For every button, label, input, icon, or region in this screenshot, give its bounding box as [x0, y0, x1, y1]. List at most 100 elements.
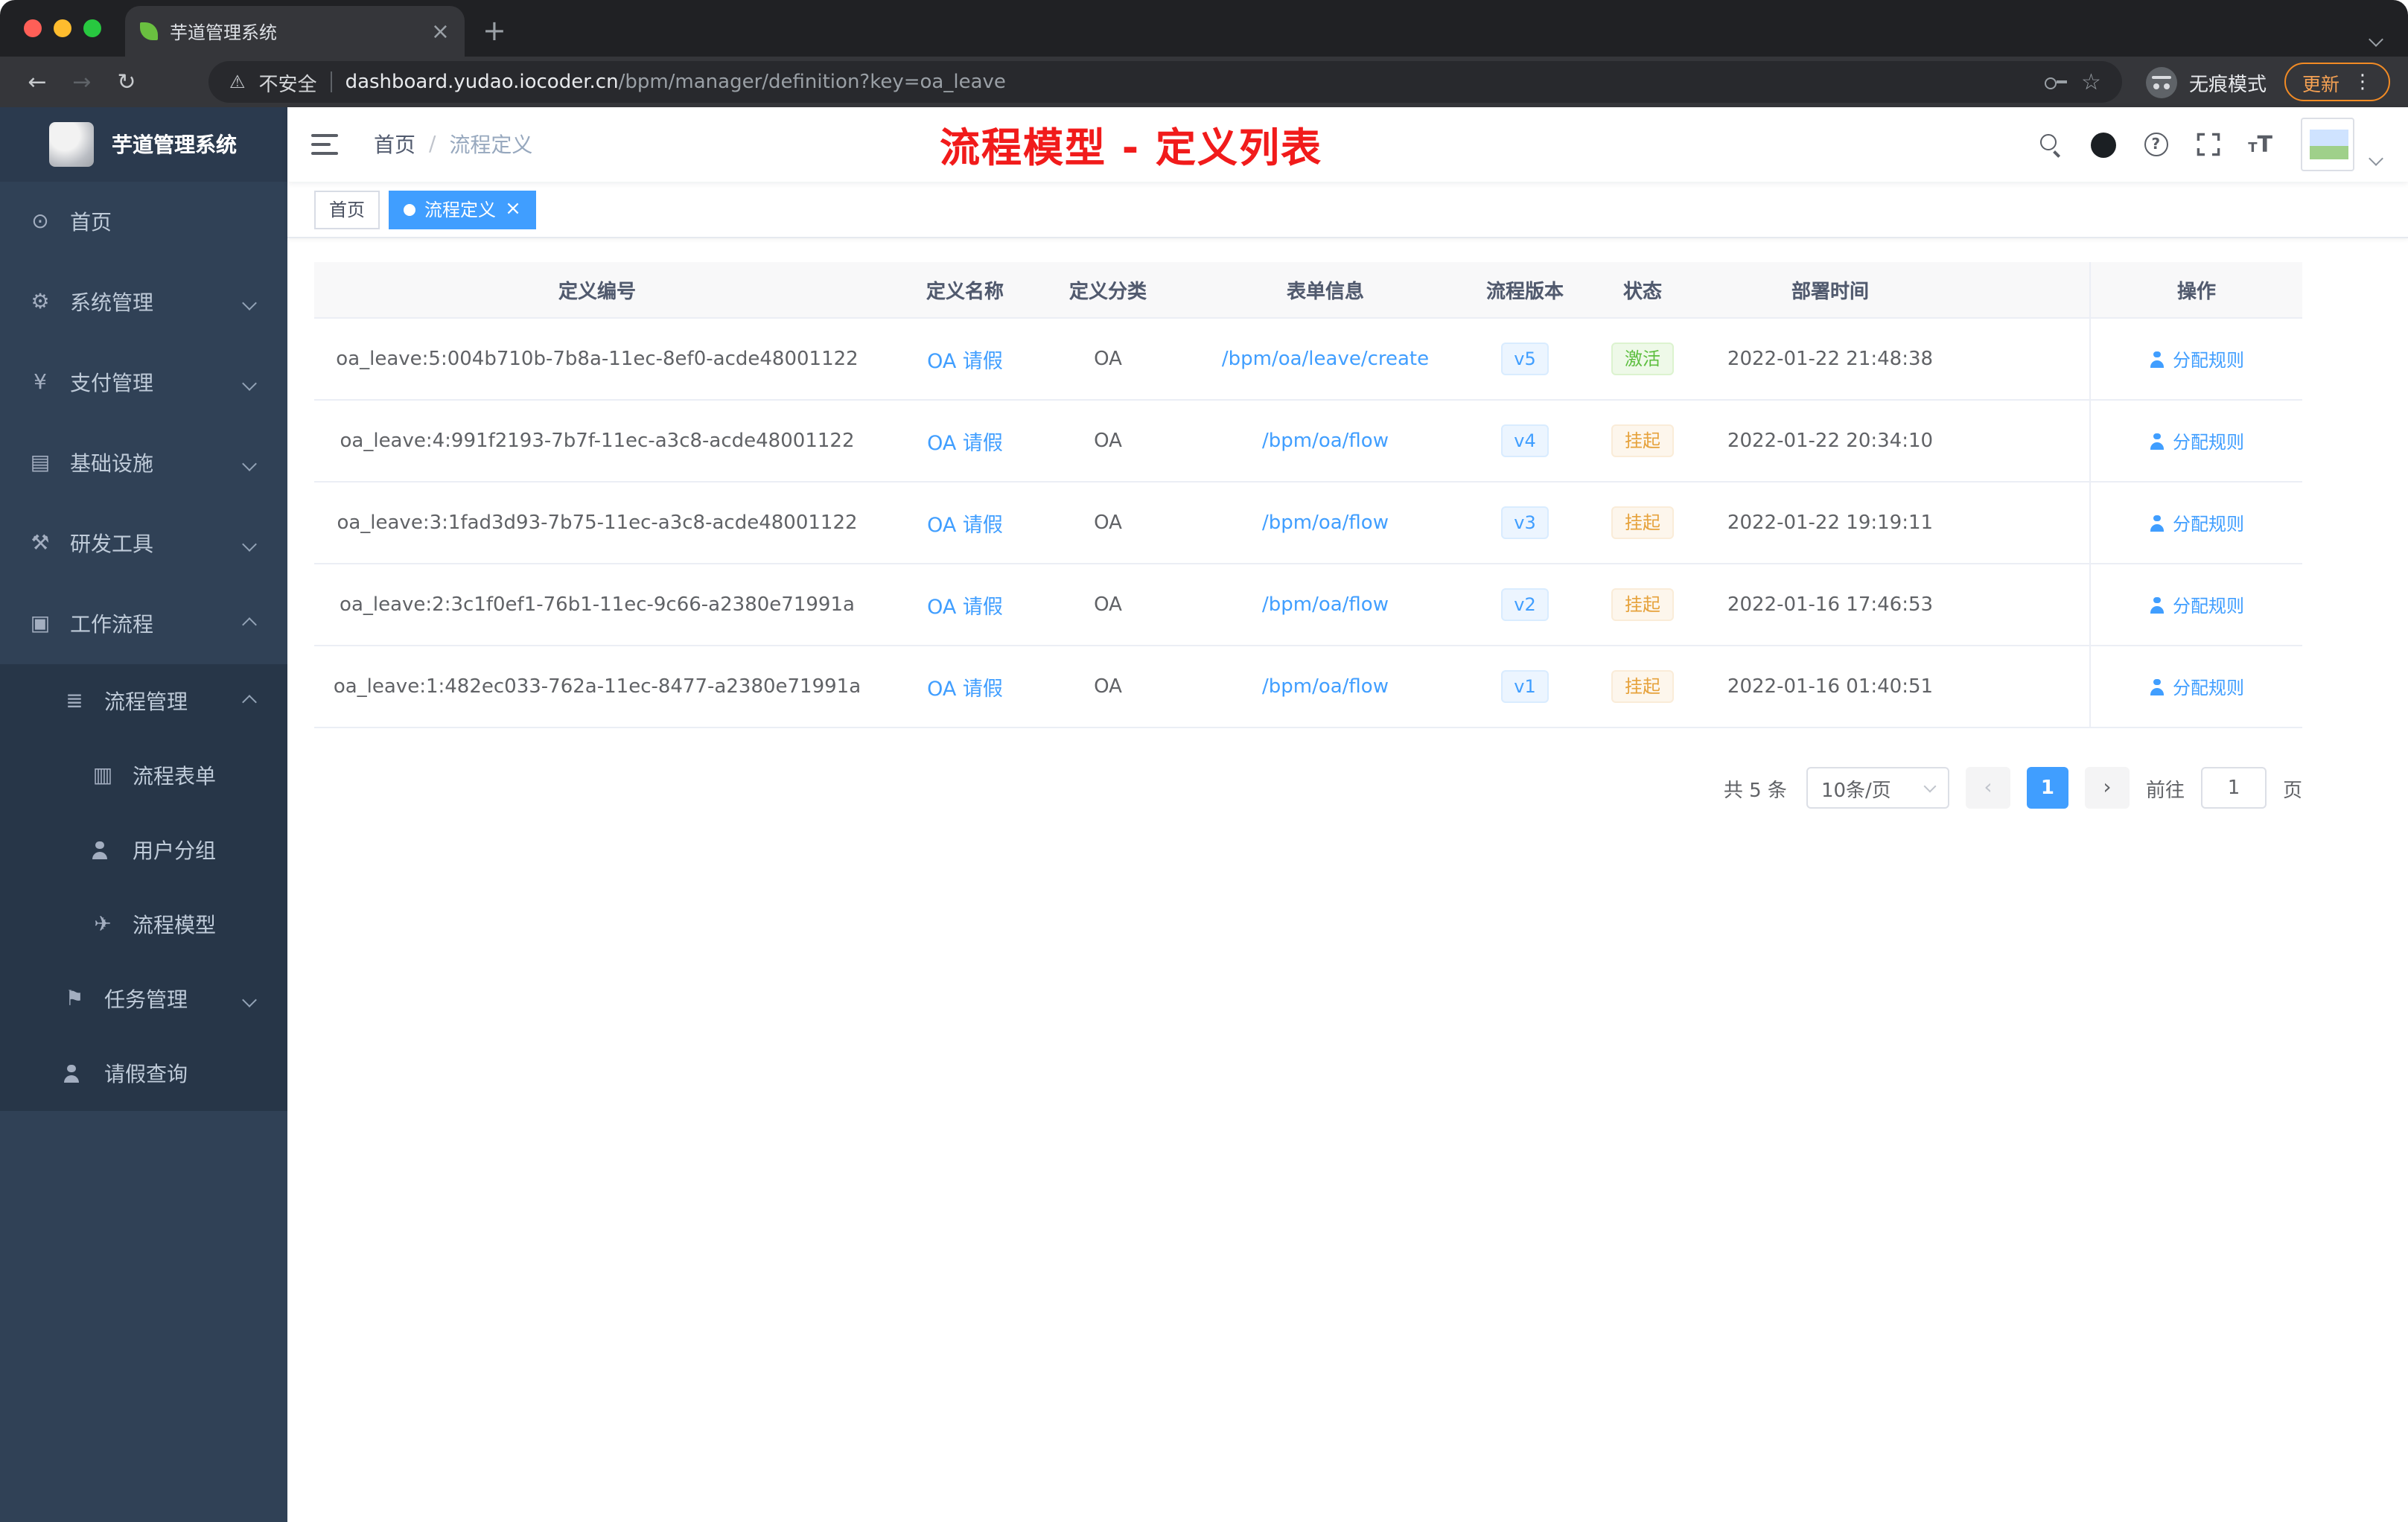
breadcrumb-home[interactable]: 首页: [374, 130, 415, 159]
page-annotation: 流程模型 - 定义列表: [940, 126, 1323, 172]
address-bar[interactable]: 不安全 dashboard.yudao.iocoder.cn/bpm/manag…: [208, 61, 2122, 103]
process-list-icon: [63, 691, 86, 712]
definition-name-link[interactable]: OA 请假: [927, 596, 1003, 620]
chevron-icon: [242, 617, 257, 631]
deploy-time-cell: 2022-01-16 01:40:51: [1727, 675, 1934, 698]
sidebar-menu-item[interactable]: 流程表单: [0, 739, 287, 813]
definition-id-cell: oa_leave:1:482ec033-762a-11ec-8477-a2380…: [333, 675, 861, 698]
breadcrumb: 首页 / 流程定义: [374, 130, 532, 159]
sidebar-menu-item[interactable]: 任务管理: [0, 962, 287, 1037]
hamburger-icon[interactable]: [311, 134, 338, 155]
deploy-time-cell: 2022-01-22 21:48:38: [1727, 348, 1934, 370]
forward-button[interactable]: [60, 71, 104, 93]
assign-rule-link[interactable]: 分配规则: [2149, 428, 2244, 453]
user-avatar[interactable]: [2301, 118, 2354, 171]
sidebar-menu-item[interactable]: 用户分组: [0, 813, 287, 888]
col-header-name: 定义名称: [926, 281, 1004, 304]
pagination: 共 5 条 10条/页 1 前往 页: [314, 767, 2302, 809]
payment-icon: [28, 372, 52, 393]
form-link[interactable]: /bpm/oa/flow: [1262, 675, 1389, 698]
assign-rule-link[interactable]: 分配规则: [2149, 346, 2244, 372]
avatar-caret-icon[interactable]: [2369, 141, 2383, 169]
window-zoom-button[interactable]: [83, 19, 101, 37]
fullscreen-icon[interactable]: [2196, 133, 2220, 156]
sidebar-menu-item[interactable]: 流程模型: [0, 888, 287, 962]
font-size-icon[interactable]: [2248, 133, 2272, 156]
sidebar-logo: 芋道管理系统: [0, 107, 287, 182]
task-icon: [63, 989, 86, 1010]
sidebar-menu-item[interactable]: 首页: [0, 182, 287, 262]
github-icon[interactable]: [2090, 132, 2116, 157]
top-navbar: 首页 / 流程定义 流程模型 - 定义列表: [287, 107, 2408, 182]
form-link[interactable]: /bpm/oa/flow: [1262, 512, 1389, 534]
sidebar-menu-item[interactable]: 请假查询: [0, 1037, 287, 1111]
assign-rule-link[interactable]: 分配规则: [2149, 674, 2244, 699]
definition-id-cell: oa_leave:3:1fad3d93-7b75-11ec-a3c8-acde4…: [337, 512, 858, 534]
definition-name-link[interactable]: OA 请假: [927, 678, 1003, 701]
status-tag: 挂起: [1611, 424, 1674, 457]
version-tag: v5: [1500, 343, 1549, 375]
tab-search-icon[interactable]: [2369, 22, 2383, 51]
form-link[interactable]: /bpm/oa/flow: [1262, 593, 1389, 616]
sidebar-menu-item[interactable]: 支付管理: [0, 343, 287, 423]
tab-close-icon[interactable]: [431, 20, 450, 42]
sidebar-menu-item[interactable]: 流程管理: [0, 664, 287, 739]
definition-id-cell: oa_leave:2:3c1f0ef1-76b1-11ec-9c66-a2380…: [340, 593, 855, 616]
browser-menu-icon[interactable]: [2353, 72, 2372, 92]
table-row: oa_leave:4:991f2193-7b7f-11ec-a3c8-acde4…: [314, 401, 2302, 483]
deploy-time-cell: 2022-01-16 17:46:53: [1727, 593, 1934, 616]
page-size-select[interactable]: 10条/页: [1806, 767, 1949, 809]
window-close-button[interactable]: [24, 19, 42, 37]
form-link[interactable]: /bpm/oa/flow: [1262, 430, 1389, 452]
devtools-icon: [28, 533, 52, 554]
user-icon: [2149, 678, 2165, 695]
user-icon: [2149, 351, 2165, 367]
help-icon[interactable]: [2144, 133, 2168, 156]
status-tag: 挂起: [1611, 588, 1674, 621]
security-warning-icon[interactable]: [229, 71, 246, 92]
chevron-icon: [242, 536, 257, 551]
assign-rule-link[interactable]: 分配规则: [2149, 510, 2244, 535]
sidebar-menu-item[interactable]: 工作流程: [0, 584, 287, 664]
sidebar-menu-item[interactable]: 研发工具: [0, 503, 287, 584]
bookmark-star-icon[interactable]: [2081, 71, 2101, 93]
close-icon[interactable]: [505, 200, 521, 219]
window-minimize-button[interactable]: [54, 19, 71, 37]
status-tag: 激活: [1611, 343, 1674, 375]
form-icon: [91, 765, 115, 786]
browser-tab[interactable]: 芋道管理系统: [125, 6, 465, 57]
definition-table: 定义编号 定义名称 定义分类 表单信息 流程版本 状态 部署时间 操作 oa_l…: [314, 262, 2302, 728]
prev-page-button[interactable]: [1965, 767, 2010, 809]
sidebar-menu-item[interactable]: 系统管理: [0, 262, 287, 343]
version-tag: v3: [1500, 506, 1549, 539]
browser-update-button[interactable]: 更新: [2284, 63, 2390, 101]
sidebar-menu-item[interactable]: 基础设施: [0, 423, 287, 503]
tags-view: 首页 流程定义: [287, 182, 2408, 238]
dashboard-icon: [28, 211, 52, 232]
logo-title: 芋道管理系统: [112, 134, 237, 158]
tab-title: 芋道管理系统: [170, 22, 278, 42]
tags-view-tag[interactable]: 流程定义: [389, 190, 536, 229]
back-button[interactable]: [15, 71, 60, 93]
deploy-time-cell: 2022-01-22 19:19:11: [1727, 512, 1934, 534]
user-group-icon: [91, 841, 109, 859]
definition-name-link[interactable]: OA 请假: [927, 350, 1003, 374]
goto-page-input[interactable]: [2200, 767, 2267, 809]
page-number-button[interactable]: 1: [2026, 767, 2068, 809]
search-icon[interactable]: [2038, 133, 2062, 156]
next-page-button[interactable]: [2084, 767, 2130, 809]
user-icon: [2149, 515, 2165, 531]
definition-name-link[interactable]: OA 请假: [927, 514, 1003, 538]
table-row: oa_leave:2:3c1f0ef1-76b1-11ec-9c66-a2380…: [314, 564, 2302, 646]
url-text[interactable]: dashboard.yudao.iocoder.cn/bpm/manager/d…: [345, 71, 2029, 93]
tags-view-tag[interactable]: 首页: [314, 190, 380, 229]
new-tab-button[interactable]: [482, 18, 506, 46]
reload-button[interactable]: [104, 71, 149, 93]
form-link[interactable]: /bpm/oa/leave/create: [1222, 348, 1429, 370]
page-size-value: 10条/页: [1821, 780, 1891, 802]
assign-rule-link[interactable]: 分配规则: [2149, 592, 2244, 617]
password-key-icon[interactable]: [2042, 69, 2068, 95]
definition-name-link[interactable]: OA 请假: [927, 432, 1003, 456]
user-icon: [2149, 433, 2165, 449]
col-header-deploy-time: 部署时间: [1791, 281, 1869, 304]
